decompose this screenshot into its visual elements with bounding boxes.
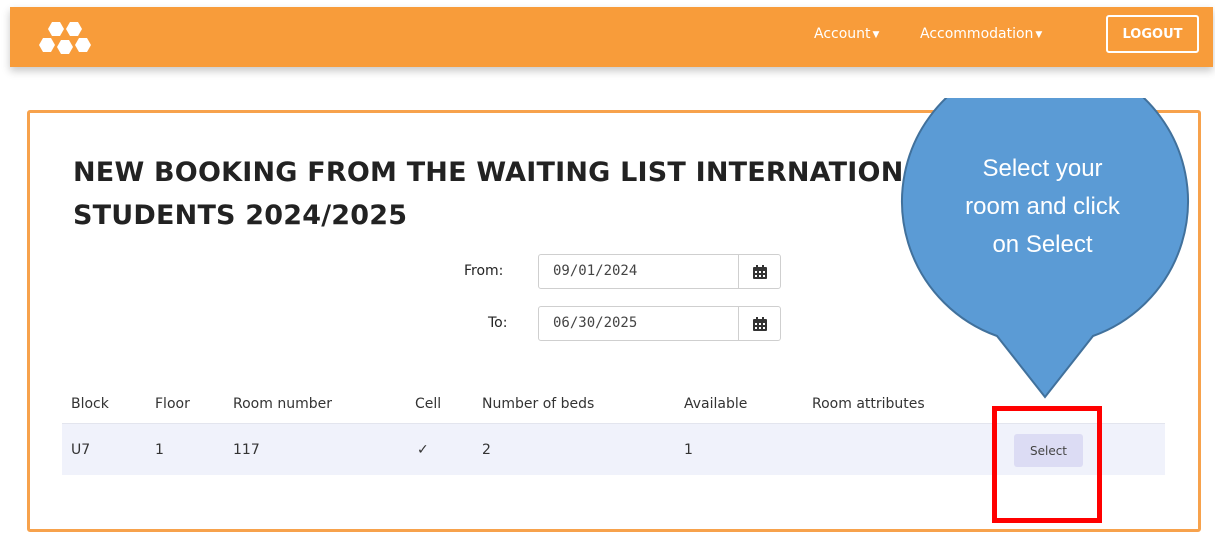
to-label: To: (488, 315, 508, 331)
column-header-floor: Floor (155, 396, 190, 412)
top-navbar: Account ▼ Accommodation ▼ LOGOUT (10, 7, 1213, 67)
to-date-input[interactable] (539, 307, 738, 340)
column-header-number-of-beds: Number of beds (482, 396, 595, 412)
cell-number-of-beds: 2 (482, 442, 491, 458)
nav-account[interactable]: Account ▼ (814, 26, 879, 42)
column-header-cell: Cell (415, 396, 442, 412)
column-header-block: Block (71, 396, 109, 412)
cell-floor: 1 (155, 442, 164, 458)
nav-accommodation-label: Accommodation (920, 26, 1034, 42)
caret-down-icon: ▼ (1035, 30, 1043, 40)
table-row (62, 423, 1165, 475)
nav-accommodation[interactable]: Accommodation ▼ (920, 26, 1042, 42)
to-date-field (538, 306, 781, 341)
logout-button[interactable]: LOGOUT (1106, 15, 1199, 53)
cell-available: 1 (684, 442, 693, 458)
from-date-input[interactable] (539, 255, 738, 288)
hexagon-logo-icon[interactable] (38, 18, 98, 58)
column-header-available: Available (684, 396, 748, 412)
from-label: From: (464, 263, 504, 279)
callout-text: Select your room and click on Select (965, 155, 1120, 258)
select-room-button[interactable]: Select (1014, 434, 1083, 467)
nav-account-label: Account (814, 26, 871, 42)
cell-checkmark: ✓ (417, 442, 429, 458)
from-date-field (538, 254, 781, 289)
cell-room-number: 117 (233, 442, 260, 458)
calendar-icon[interactable] (738, 255, 780, 288)
page-title: NEW BOOKING FROM THE WAITING LIST INTERN… (73, 157, 942, 231)
calendar-icon[interactable] (738, 307, 780, 340)
column-header-room-number: Room number (233, 396, 332, 412)
caret-down-icon: ▼ (872, 30, 880, 40)
cell-block: U7 (71, 442, 91, 458)
